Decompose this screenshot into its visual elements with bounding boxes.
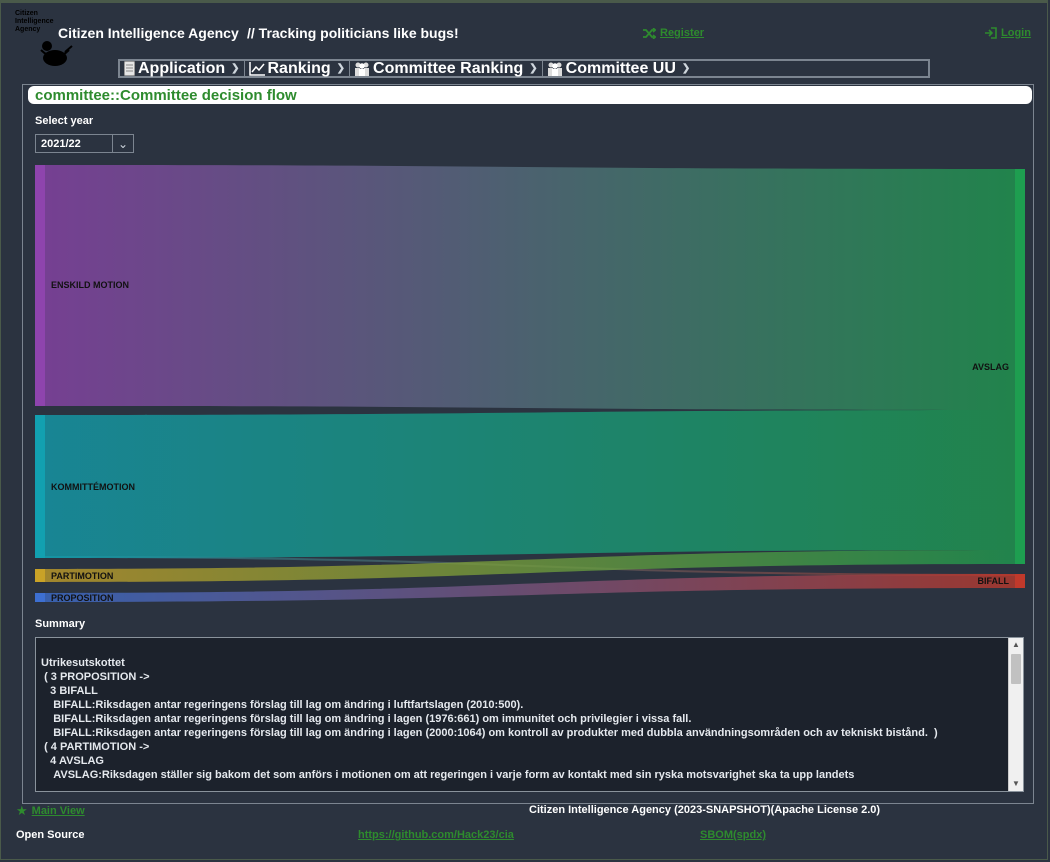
menu-committee-ranking-label: Committee Ranking bbox=[373, 59, 524, 77]
menu-ranking[interactable]: Ranking ❯ bbox=[245, 59, 351, 77]
scroll-up-icon[interactable]: ▲ bbox=[1009, 638, 1023, 652]
logo-text: Citizen Intelligence Agency bbox=[15, 10, 54, 33]
summary-textarea[interactable]: Utrikesutskottet ( 3 PROPOSITION -> 3 BI… bbox=[35, 637, 1024, 792]
main-view-link[interactable]: ★ Main View bbox=[16, 803, 85, 819]
menu-application-label: Application bbox=[138, 59, 226, 77]
open-source-label: Open Source bbox=[16, 829, 85, 841]
app-slogan: // Tracking politicians like bugs! bbox=[247, 25, 459, 41]
group-icon bbox=[355, 62, 370, 76]
sankey-label-avslag: AVSLAG bbox=[972, 362, 1009, 372]
cia-logo[interactable]: Citizen Intelligence Agency bbox=[15, 10, 73, 70]
chevron-down-icon: ❯ bbox=[231, 63, 240, 74]
scroll-thumb[interactable] bbox=[1011, 654, 1021, 684]
chevron-down-icon: ❯ bbox=[529, 63, 538, 74]
shuffle-icon bbox=[643, 27, 656, 39]
sankey-label-proposition: PROPOSITION bbox=[51, 593, 114, 603]
register-label[interactable]: Register bbox=[660, 27, 704, 39]
sbom-link[interactable]: SBOM(spdx) bbox=[700, 829, 766, 841]
year-select[interactable]: 2021/22 ⌄ bbox=[35, 134, 134, 153]
menu-committee-uu-label: Committee UU bbox=[565, 59, 676, 77]
github-link[interactable]: https://github.com/Hack23/cia bbox=[358, 829, 514, 841]
scroll-down-icon[interactable]: ▼ bbox=[1009, 777, 1023, 791]
year-select-value: 2021/22 bbox=[41, 137, 81, 150]
app-title: Citizen Intelligence Agency bbox=[58, 25, 239, 41]
menu-ranking-label: Ranking bbox=[267, 59, 331, 77]
summary-scrollbar[interactable]: ▲ ▼ bbox=[1008, 638, 1023, 791]
login-link[interactable]: Login bbox=[985, 27, 1031, 39]
chevron-down-icon: ❯ bbox=[681, 63, 691, 74]
flow-kommitte-avslag[interactable] bbox=[45, 410, 1015, 558]
year-select-label: Select year bbox=[35, 115, 94, 127]
bug-icon bbox=[40, 41, 73, 66]
login-icon bbox=[985, 27, 997, 39]
sankey-label-enskild-motion: ENSKILD MOTION bbox=[51, 280, 129, 290]
summary-label: Summary bbox=[35, 618, 86, 630]
main-view-label[interactable]: Main View bbox=[32, 805, 85, 817]
document-icon bbox=[124, 61, 135, 76]
sankey-node-avslag[interactable] bbox=[1015, 169, 1025, 564]
sankey-node-kommittemotion[interactable] bbox=[35, 415, 45, 558]
chart-line-icon bbox=[248, 61, 265, 76]
sankey-label-kommittemotion: KOMMITTÉMOTION bbox=[51, 482, 135, 492]
star-icon: ★ bbox=[16, 803, 28, 818]
flow-enskild-avslag[interactable] bbox=[45, 165, 1015, 410]
register-link[interactable]: Register bbox=[643, 27, 704, 39]
sankey-label-bifall: BIFALL bbox=[978, 576, 1010, 586]
group-icon bbox=[547, 62, 562, 76]
sankey-node-bifall[interactable] bbox=[1015, 574, 1025, 588]
menu-committee-ranking[interactable]: Committee Ranking ❯ bbox=[350, 59, 543, 77]
chevron-down-icon: ❯ bbox=[336, 63, 346, 74]
footer-version: Citizen Intelligence Agency (2023-SNAPSH… bbox=[529, 804, 881, 816]
main-menu: Application ❯ Ranking ❯ Committee Rankin… bbox=[118, 59, 930, 78]
sankey-node-partimotion[interactable] bbox=[35, 569, 45, 582]
decision-flow-sankey: ENSKILD MOTION KOMMITTÉMOTION PARTIMOTIO… bbox=[35, 165, 1025, 603]
menu-committee-uu[interactable]: Committee UU ❯ bbox=[543, 59, 695, 77]
login-label[interactable]: Login bbox=[1001, 27, 1031, 39]
sankey-node-enskild-motion[interactable] bbox=[35, 165, 45, 406]
menu-application[interactable]: Application ❯ bbox=[120, 59, 245, 77]
sankey-node-proposition[interactable] bbox=[35, 593, 45, 602]
summary-text: Utrikesutskottet ( 3 PROPOSITION -> 3 BI… bbox=[41, 657, 938, 781]
chevron-down-icon[interactable]: ⌄ bbox=[112, 135, 133, 152]
page-title: committee::Committee decision flow bbox=[35, 87, 297, 104]
sankey-label-partimotion: PARTIMOTION bbox=[51, 571, 113, 581]
